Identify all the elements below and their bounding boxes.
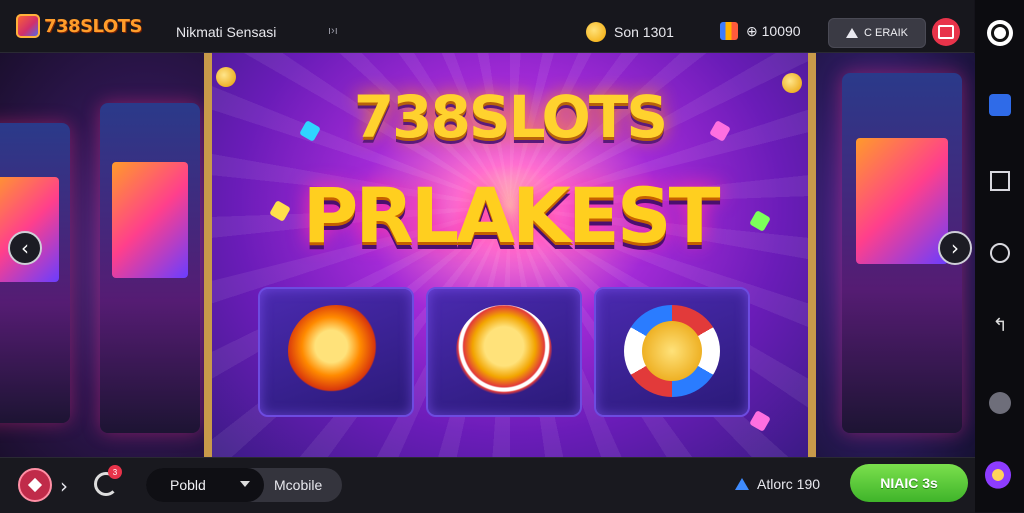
rank-button[interactable]: C ERAIK bbox=[828, 18, 926, 48]
promo-carousel: 738SLOTS PRLAKEST ‹ › bbox=[0, 53, 975, 457]
rail-square-button[interactable] bbox=[987, 168, 1013, 194]
user-avatar-button[interactable] bbox=[18, 468, 52, 502]
alert-icon bbox=[735, 478, 749, 490]
arcade-machine-image bbox=[100, 103, 200, 433]
carousel-next-button[interactable]: › bbox=[938, 231, 972, 265]
rail-profile-button[interactable] bbox=[987, 390, 1013, 416]
notification-badge: 3 bbox=[108, 465, 122, 479]
carousel-prev-button[interactable]: ‹ bbox=[8, 231, 42, 265]
chevron-down-icon bbox=[240, 481, 250, 487]
game-tile-image bbox=[624, 305, 720, 397]
brand-logo[interactable]: 738SLOTS bbox=[16, 14, 142, 38]
secondary-balance: ⊕ 10090 bbox=[720, 22, 801, 40]
rank-label: C ERAIK bbox=[863, 27, 908, 39]
rail-badge-button[interactable] bbox=[985, 461, 1011, 489]
next-arrow-icon: › bbox=[951, 236, 959, 260]
circle-icon bbox=[990, 243, 1010, 263]
mobile-mode-button[interactable]: Mcobile bbox=[274, 477, 322, 493]
logo-cube-icon bbox=[16, 14, 40, 38]
bottom-bar: › 3 Pobld Mcobile Atlorc 190 NIAIC 3s bbox=[0, 457, 975, 513]
avatar bbox=[989, 392, 1011, 414]
rail-back-button[interactable]: ↰ bbox=[987, 312, 1013, 338]
promo-banner[interactable]: 738SLOTS PRLAKEST bbox=[204, 53, 816, 457]
back-icon: ↰ bbox=[992, 314, 1008, 336]
tagline: Nikmati Sensasi bbox=[176, 24, 277, 40]
rail-app-button[interactable] bbox=[987, 92, 1013, 118]
coin-balance: Son 1301 bbox=[586, 22, 674, 42]
alert-text: Atlorc 190 bbox=[757, 476, 821, 492]
triangle-icon bbox=[845, 28, 858, 38]
secondary-balance-value: ⊕ 10090 bbox=[746, 22, 801, 39]
game-tile[interactable] bbox=[426, 287, 582, 417]
square-icon bbox=[990, 171, 1010, 191]
gift-icon bbox=[938, 25, 954, 39]
home-icon bbox=[987, 20, 1013, 46]
rail-circle-button[interactable] bbox=[987, 240, 1013, 266]
play-icon[interactable]: › bbox=[60, 474, 68, 498]
right-side-rail: ↰ bbox=[975, 0, 1024, 512]
prev-arrow-icon: ‹ bbox=[21, 236, 29, 260]
alert-status: Atlorc 190 bbox=[735, 476, 820, 492]
game-tile[interactable] bbox=[258, 287, 414, 417]
primary-action-button[interactable]: NIAIC 3s bbox=[850, 464, 968, 502]
app-icon bbox=[989, 94, 1011, 116]
arcade-machine-image bbox=[0, 123, 70, 423]
coin-icon bbox=[586, 22, 606, 42]
logo-text: 738SLOTS bbox=[44, 15, 142, 37]
promo-title-top: 738SLOTS bbox=[353, 83, 668, 151]
gift-button[interactable] bbox=[932, 18, 960, 46]
game-tile-image bbox=[288, 305, 384, 397]
tagline-extra: ı›ı bbox=[328, 25, 338, 37]
game-tile-image bbox=[456, 305, 552, 397]
game-tile[interactable] bbox=[594, 287, 750, 417]
bars-icon bbox=[720, 22, 738, 40]
coin-balance-value: Son 1301 bbox=[614, 24, 674, 40]
badge-icon bbox=[985, 461, 1011, 489]
diamond-icon bbox=[27, 477, 43, 493]
top-bar: 738SLOTS Nikmati Sensasi ı›ı Son 1301 ⊕ … bbox=[0, 0, 974, 53]
device-mode-switch: Pobld Mcobile bbox=[146, 468, 342, 502]
platform-select-value: Pobld bbox=[170, 477, 206, 493]
platform-select[interactable]: Pobld bbox=[146, 468, 264, 502]
promo-title-main: PRLAKEST bbox=[302, 171, 721, 260]
rail-home-button[interactable] bbox=[987, 20, 1013, 46]
